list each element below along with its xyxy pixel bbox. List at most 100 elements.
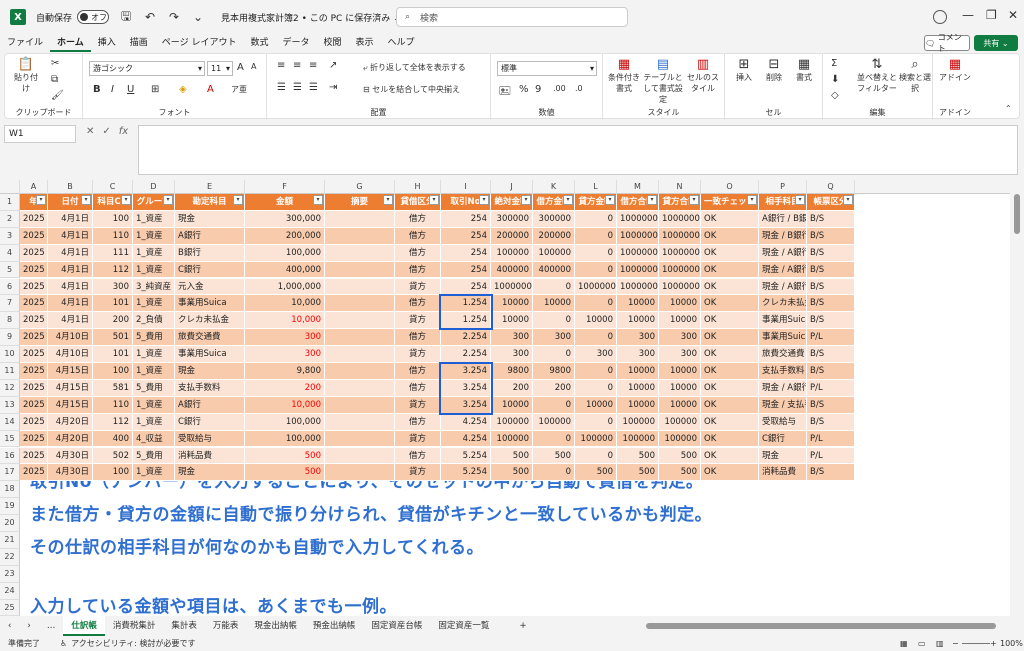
cancel-formula-icon[interactable]: ✕ — [86, 126, 94, 137]
table-cell[interactable]: 消耗品費 — [175, 447, 245, 465]
save-icon[interactable]: 🖫 — [119, 7, 133, 28]
underline-icon[interactable]: U — [127, 84, 134, 95]
table-cell[interactable]: 旅費交通費 — [175, 329, 245, 347]
table-cell[interactable]: 0 — [533, 346, 575, 363]
column-header[interactable]: E — [175, 180, 245, 194]
table-cell[interactable]: 500 — [617, 447, 659, 465]
table-cell[interactable]: 10,000 — [245, 295, 325, 313]
table-cell[interactable]: 4月1日 — [48, 261, 93, 279]
cut-icon[interactable]: ✂ — [51, 58, 59, 69]
find-select-button[interactable]: ⌕ 検索と選択 — [899, 58, 931, 94]
table-cell[interactable]: 200000 — [491, 227, 533, 245]
sheet-tab-3[interactable]: 万能表 — [205, 616, 247, 636]
table-cell[interactable]: 100 — [93, 210, 133, 228]
table-cell[interactable]: クレカ未払金 — [175, 312, 245, 330]
table-cell[interactable]: 5_費用 — [133, 447, 175, 465]
table-cell[interactable]: 1_資産 — [133, 413, 175, 431]
table-cell[interactable]: 1_資産 — [133, 346, 175, 363]
table-header-cell[interactable]: 貸借区分 — [395, 194, 441, 211]
table-cell[interactable]: 100 — [93, 464, 133, 482]
table-cell[interactable]: OK — [701, 413, 759, 431]
column-header[interactable]: L — [575, 180, 617, 194]
format-as-table-button[interactable]: ▤ テーブルとして書式設定 — [643, 58, 683, 105]
table-cell[interactable]: OK — [701, 261, 759, 279]
table-cell[interactable]: 借方 — [395, 210, 441, 228]
table-cell[interactable]: 4月15日 — [48, 379, 93, 397]
table-header-cell[interactable]: 借方合計 — [617, 194, 659, 211]
table-cell[interactable]: OK — [701, 244, 759, 262]
table-cell[interactable]: 借方 — [395, 379, 441, 397]
table-cell[interactable]: 1000000 — [617, 278, 659, 296]
table-cell[interactable]: OK — [701, 464, 759, 482]
zoom-out-icon[interactable]: − — [952, 639, 959, 648]
column-header[interactable]: B — [48, 180, 93, 194]
table-cell[interactable] — [325, 295, 395, 313]
table-cell[interactable]: 10000 — [659, 295, 701, 313]
sheet-tab-5[interactable]: 預金出納帳 — [305, 616, 364, 636]
table-cell[interactable]: 4月30日 — [48, 464, 93, 482]
table-cell[interactable]: 3_純資産 — [133, 278, 175, 296]
table-cell[interactable]: 5.254 — [441, 447, 491, 465]
table-cell[interactable]: OK — [701, 227, 759, 245]
table-cell[interactable]: 2025 — [20, 295, 48, 313]
font-name-select[interactable]: 游ゴシック — [89, 61, 205, 76]
fill-color-icon[interactable]: ◈ — [179, 84, 187, 95]
table-cell[interactable]: 10000 — [617, 396, 659, 414]
table-cell[interactable]: 1_資産 — [133, 244, 175, 262]
autosave-toggle[interactable]: オフ — [77, 10, 110, 24]
table-cell[interactable]: 2025 — [20, 227, 48, 245]
table-cell[interactable]: 300 — [533, 329, 575, 347]
table-cell[interactable]: 500 — [245, 464, 325, 482]
table-cell[interactable]: 4月15日 — [48, 363, 93, 380]
table-cell[interactable]: 4月1日 — [48, 210, 93, 228]
table-cell[interactable] — [325, 379, 395, 397]
table-cell[interactable]: 300000 — [491, 210, 533, 228]
table-cell[interactable]: 現金 / A銀行 — [759, 278, 807, 296]
table-cell[interactable]: 事業用Suica — [759, 312, 807, 330]
row-header[interactable]: 9 — [0, 329, 20, 347]
table-cell[interactable]: 支払手数料 — [759, 363, 807, 380]
table-cell[interactable]: 100000 — [491, 244, 533, 262]
table-cell[interactable]: 2_負債 — [133, 312, 175, 330]
table-cell[interactable]: 100 — [93, 363, 133, 380]
zoom-level[interactable]: 100% — [1000, 639, 1023, 648]
customize-qat-icon[interactable]: ⌄ — [191, 10, 205, 24]
ribbon-tab-5[interactable]: 数式 — [243, 34, 275, 52]
table-cell[interactable]: 300 — [575, 346, 617, 363]
column-header[interactable]: I — [441, 180, 491, 194]
ribbon-tab-1[interactable]: ホーム — [50, 34, 91, 52]
table-header-cell[interactable]: 勘定科目 — [175, 194, 245, 211]
table-header-cell[interactable]: 相手科目 — [759, 194, 807, 211]
clear-icon[interactable]: ◇ — [831, 90, 839, 101]
row-header[interactable]: 1 — [0, 194, 20, 211]
table-cell[interactable]: 101 — [93, 346, 133, 363]
table-cell[interactable] — [325, 261, 395, 279]
table-cell[interactable]: 200 — [491, 379, 533, 397]
table-cell[interactable]: 1000000 — [659, 261, 701, 279]
table-cell[interactable]: 4月1日 — [48, 244, 93, 262]
italic-icon[interactable]: I — [111, 84, 114, 95]
shrink-font-icon[interactable]: A — [251, 62, 256, 71]
column-header[interactable]: A — [20, 180, 48, 194]
table-cell[interactable]: 10000 — [491, 295, 533, 313]
ribbon-tab-8[interactable]: 表示 — [349, 34, 381, 52]
table-cell[interactable] — [325, 227, 395, 245]
comment-button[interactable]: 🗨 コメント — [924, 33, 970, 53]
table-header-cell[interactable]: グループ — [133, 194, 175, 211]
table-cell[interactable]: OK — [701, 295, 759, 313]
table-cell[interactable]: 9,800 — [245, 363, 325, 380]
table-cell[interactable]: B/S — [807, 210, 855, 228]
table-cell[interactable]: P/L — [807, 447, 855, 465]
table-cell[interactable] — [325, 464, 395, 482]
table-cell[interactable]: 0 — [575, 413, 617, 431]
increase-decimal-icon[interactable]: .00 — [553, 84, 566, 93]
collapse-ribbon-icon[interactable]: ⌃ — [1005, 104, 1012, 113]
table-cell[interactable]: 消耗品費 — [759, 464, 807, 482]
table-cell[interactable]: 9800 — [533, 363, 575, 380]
table-cell[interactable]: OK — [701, 379, 759, 397]
table-header-cell[interactable]: 一致チェック — [701, 194, 759, 211]
sheet-tab-2[interactable]: 集計表 — [163, 616, 205, 636]
row-header[interactable]: 7 — [0, 295, 20, 313]
table-cell[interactable]: 300 — [659, 329, 701, 347]
table-cell[interactable]: 1000000 — [491, 278, 533, 296]
